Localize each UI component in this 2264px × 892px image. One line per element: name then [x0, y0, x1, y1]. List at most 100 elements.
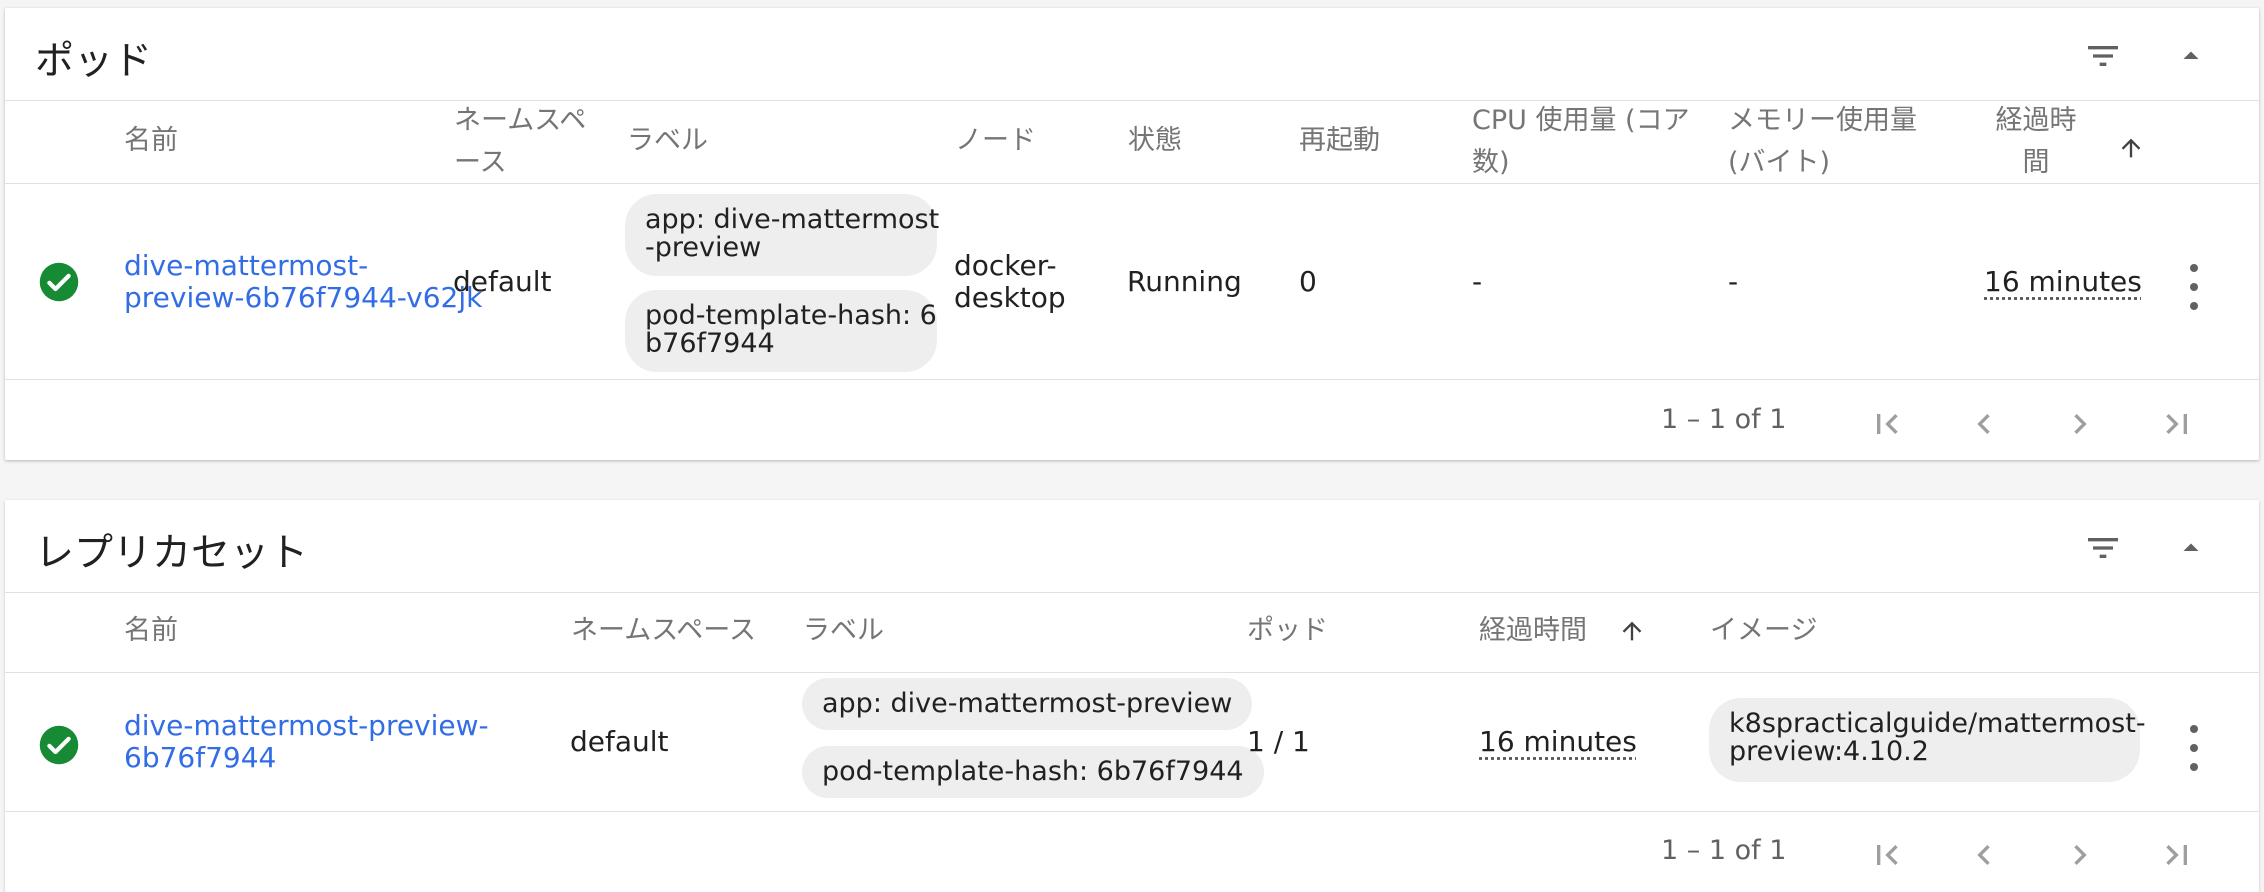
chevron-right-icon [2074, 414, 2087, 434]
replicasets-card-header: レプリカセット [5, 500, 2259, 592]
divider [5, 672, 2259, 673]
replicaset-pods: 1 / 1 [1247, 725, 1310, 758]
pod-status: Running [1127, 265, 1242, 298]
pod-node: docker- desktop [954, 250, 1066, 314]
pods-title: ポッド [35, 39, 153, 84]
prev-page-button[interactable] [1962, 402, 2006, 446]
image-chip: k8spracticalguide/mattermost- preview:4.… [1709, 698, 2146, 782]
arrow-drop-up-icon [2183, 543, 2199, 551]
pod-name-line2: preview-6b76f7944-v62jk [124, 281, 483, 314]
filter-icon [2088, 538, 2118, 558]
chevron-right-icon [2074, 845, 2087, 865]
col-cpu: CPU 使用量 (コア 数) [1472, 100, 1690, 184]
col-labels: ラベル [627, 125, 708, 156]
label-chip: app: dive-mattermost-preview [802, 678, 1253, 730]
pod-node-line2: desktop [954, 281, 1066, 314]
chevron-left-icon [1977, 845, 1990, 865]
row-menu-button[interactable] [2188, 725, 2200, 771]
replicaset-namespace: default [570, 725, 669, 758]
col-age[interactable]: 経過時間 [1479, 610, 1587, 652]
sort-arrow-up-icon[interactable] [1618, 617, 1646, 645]
divider [5, 100, 2259, 101]
divider [5, 811, 2259, 812]
replicaset-name-link[interactable]: dive-mattermost-preview- 6b76f7944 [124, 710, 489, 774]
replicaset-name-line1: dive-mattermost-preview- [124, 709, 489, 742]
col-node[interactable]: ノード [955, 120, 1036, 162]
replicasets-collapse-button[interactable] [2167, 524, 2215, 572]
col-memory-line1: メモリー使用量 [1728, 105, 1917, 136]
check-circle-icon [39, 262, 79, 302]
col-name[interactable]: 名前 [124, 120, 178, 162]
col-namespace-line2: ース [454, 147, 507, 178]
arrow-drop-up-icon [2183, 51, 2199, 59]
chip-line1: app: dive-mattermost [645, 204, 940, 235]
pods-collapse-button[interactable] [2167, 32, 2215, 80]
pod-name-link[interactable]: dive-mattermost- preview-6b76f7944-v62jk [124, 250, 482, 314]
kebab-dot [2190, 763, 2198, 771]
last-page-button[interactable] [2155, 402, 2199, 446]
label-chip: pod-template-hash: 6 b76f7944 [625, 290, 937, 372]
next-page-button[interactable] [2058, 833, 2102, 877]
col-age-line2: 間 [2022, 147, 2050, 178]
col-namespace-line1: ネームスペ [454, 105, 587, 136]
divider [5, 183, 2259, 184]
col-memory: メモリー使用量 (バイト) [1728, 100, 1917, 184]
pods-card-header: ポッド [5, 8, 2259, 100]
col-status[interactable]: 状態 [1128, 120, 1182, 162]
pods-card: ポッド 名前 ネームスペ ース ラベル ノード 状態 再起動 CPU 使用量 (… [5, 8, 2259, 460]
chip-line2: b76f7944 [645, 328, 775, 359]
first-page-icon [1877, 414, 1898, 434]
row-menu-button[interactable] [2188, 264, 2200, 310]
pod-cpu: - [1472, 265, 1483, 298]
col-pods: ポッド [1247, 615, 1328, 646]
pod-name-line1: dive-mattermost- [124, 249, 369, 282]
chip-line1: pod-template-hash: 6 [645, 300, 937, 331]
divider [5, 379, 2259, 380]
col-restarts[interactable]: 再起動 [1299, 120, 1380, 162]
col-namespace[interactable]: ネームスペース [571, 610, 756, 652]
check-circle-icon [39, 725, 79, 765]
label-chip: pod-template-hash: 6b76f7944 [802, 746, 1264, 798]
pod-restarts: 0 [1299, 265, 1317, 298]
prev-page-button[interactable] [1962, 833, 2006, 877]
pods-filter-button[interactable] [2079, 32, 2127, 80]
replicasets-title: レプリカセット [35, 531, 309, 576]
chip-line2: preview:4.10.2 [1729, 736, 1929, 767]
label-chip: app: dive-mattermost -preview [625, 194, 940, 276]
kebab-dot [2190, 744, 2198, 752]
replicaset-age: 16 minutes [1479, 725, 1637, 758]
first-page-icon [1877, 845, 1898, 865]
next-page-button[interactable] [2058, 402, 2102, 446]
sort-arrow-up-icon[interactable] [2117, 134, 2145, 162]
col-name[interactable]: 名前 [124, 610, 178, 652]
replicasets-card: レプリカセット 名前 ネームスペース ラベル ポッド 経過時間 イメージ div… [5, 500, 2259, 892]
kebab-dot [2190, 264, 2198, 272]
col-age[interactable]: 経過時 間 [1995, 100, 2077, 184]
col-cpu-line2: 数) [1472, 147, 1510, 178]
first-page-button[interactable] [1865, 833, 1909, 877]
filter-icon [2088, 46, 2118, 66]
pod-memory: - [1728, 265, 1739, 298]
kebab-dot [2190, 283, 2198, 291]
first-page-button[interactable] [1865, 402, 1909, 446]
pod-node-line1: docker- [954, 249, 1057, 282]
chip-line1: k8spracticalguide/mattermost- [1729, 708, 2146, 739]
col-namespace[interactable]: ネームスペ ース [454, 100, 586, 184]
chevron-left-icon [1977, 414, 1990, 434]
kebab-dot [2190, 725, 2198, 733]
col-cpu-line1: CPU 使用量 (コア [1472, 105, 1690, 136]
replicasets-filter-button[interactable] [2079, 524, 2127, 572]
col-images: イメージ [1710, 615, 1818, 646]
replicaset-name-line2: 6b76f7944 [124, 741, 277, 774]
chip-line2: -preview [645, 232, 762, 263]
last-page-button[interactable] [2155, 833, 2199, 877]
last-page-icon [2166, 414, 2187, 434]
kebab-dot [2190, 302, 2198, 310]
pod-age: 16 minutes [1984, 265, 2142, 298]
divider [5, 592, 2259, 593]
pod-namespace: default [453, 265, 552, 298]
col-labels: ラベル [803, 615, 884, 646]
pagination-range: 1 – 1 of 1 [1661, 404, 1787, 435]
pagination-range: 1 – 1 of 1 [1661, 835, 1787, 866]
last-page-icon [2166, 845, 2187, 865]
